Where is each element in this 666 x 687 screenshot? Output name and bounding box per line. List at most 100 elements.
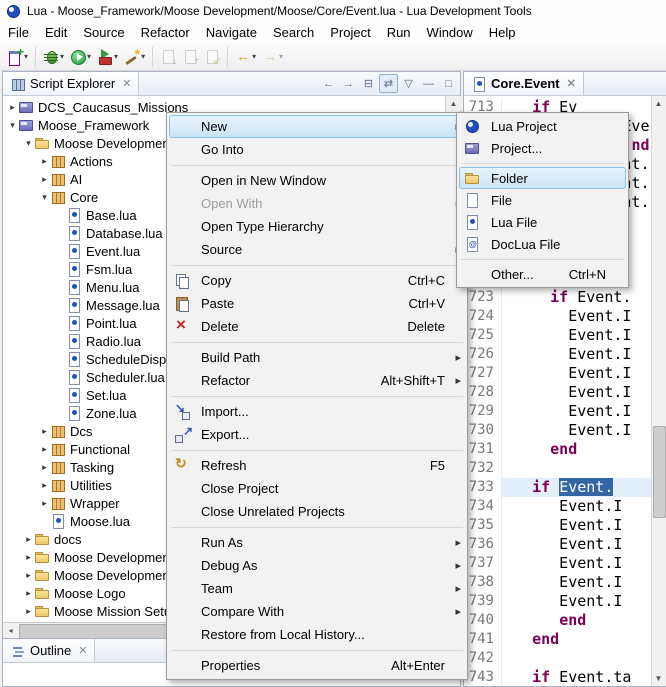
line-number[interactable]: 732 <box>464 459 502 478</box>
code-text[interactable]: if Event. <box>502 478 652 497</box>
code-text[interactable]: Event.I <box>502 554 652 573</box>
next-annotation-button[interactable] <box>157 46 179 68</box>
line-number[interactable]: 723 <box>464 288 502 307</box>
expand-arrow-icon[interactable]: ▸ <box>7 102 18 113</box>
code-text[interactable]: Event.I <box>502 402 652 421</box>
dropdown-arrow-icon[interactable]: ▾ <box>24 52 28 61</box>
menu-item-close-unrelated-projects[interactable]: Close Unrelated Projects <box>169 500 465 523</box>
menu-item-run-as[interactable]: Run As▸ <box>169 531 465 554</box>
dropdown-arrow-icon[interactable]: ▾ <box>114 52 118 61</box>
code-text[interactable]: Event.I <box>502 516 652 535</box>
collapse-arrow-icon[interactable]: ▾ <box>39 192 50 203</box>
collapse-arrow-icon[interactable]: ▾ <box>7 120 18 131</box>
menu-window[interactable]: Window <box>419 23 481 42</box>
line-number[interactable]: 742 <box>464 649 502 668</box>
menu-help[interactable]: Help <box>481 23 524 42</box>
expand-arrow-icon[interactable]: ▸ <box>39 462 50 473</box>
menu-item-folder[interactable]: Folder <box>459 167 626 189</box>
code-text[interactable]: Event.I <box>502 383 652 402</box>
code-text[interactable]: end <box>502 611 652 630</box>
menu-item-file[interactable]: File <box>459 189 626 211</box>
menu-item-other[interactable]: Other...Ctrl+N <box>459 263 626 285</box>
menu-item-properties[interactable]: PropertiesAlt+Enter <box>169 654 465 677</box>
expand-arrow-icon[interactable]: ▸ <box>23 534 34 545</box>
menu-item-paste[interactable]: PasteCtrl+V <box>169 292 465 315</box>
menu-file[interactable]: File <box>0 23 37 42</box>
menu-item-refactor[interactable]: RefactorAlt+Shift+T▸ <box>169 369 465 392</box>
back-button[interactable]: ← <box>319 74 338 93</box>
line-number[interactable]: 740 <box>464 611 502 630</box>
code-text[interactable]: Event.I <box>502 345 652 364</box>
menu-item-lua-file[interactable]: Lua File <box>459 211 626 233</box>
menu-search[interactable]: Search <box>265 23 322 42</box>
menu-item-go-into[interactable]: Go Into <box>169 138 465 161</box>
maximize-button[interactable]: □ <box>439 74 458 93</box>
menu-project[interactable]: Project <box>322 23 378 42</box>
line-number[interactable]: 743 <box>464 668 502 686</box>
code-text[interactable]: Event.I <box>502 307 652 326</box>
dropdown-arrow-icon[interactable]: ▾ <box>141 52 145 61</box>
line-number[interactable]: 736 <box>464 535 502 554</box>
close-icon[interactable]: ✕ <box>78 644 87 657</box>
forward-button[interactable]: → <box>339 74 358 93</box>
menu-source[interactable]: Source <box>75 23 132 42</box>
code-text[interactable] <box>502 459 652 478</box>
line-number[interactable]: 731 <box>464 440 502 459</box>
close-icon[interactable]: ✕ <box>567 77 576 90</box>
app-icon[interactable] <box>5 3 21 19</box>
line-number[interactable]: 727 <box>464 364 502 383</box>
code-text[interactable]: Event.I <box>502 326 652 345</box>
code-text[interactable]: if Event. <box>502 288 652 307</box>
last-edit-location-button[interactable] <box>201 46 223 68</box>
expand-arrow-icon[interactable]: ▸ <box>23 570 34 581</box>
menu-item-new[interactable]: New▸ <box>169 115 465 138</box>
run-button[interactable]: ▾ <box>67 46 94 68</box>
code-text[interactable]: end <box>502 440 652 459</box>
menu-item-open-in-new-window[interactable]: Open in New Window <box>169 169 465 192</box>
line-number[interactable]: 739 <box>464 592 502 611</box>
menu-run[interactable]: Run <box>379 23 419 42</box>
menu-edit[interactable]: Edit <box>37 23 75 42</box>
new-wizard-button[interactable]: ▾ <box>4 46 31 68</box>
dropdown-arrow-icon[interactable]: ▾ <box>279 52 283 61</box>
line-number[interactable]: 737 <box>464 554 502 573</box>
line-number[interactable]: 729 <box>464 402 502 421</box>
expand-arrow-icon[interactable]: ▸ <box>39 444 50 455</box>
scroll-up-icon[interactable]: ▲ <box>652 96 665 111</box>
debug-button[interactable]: ▾ <box>40 46 67 68</box>
menu-refactor[interactable]: Refactor <box>133 23 198 42</box>
menu-item-refresh[interactable]: RefreshF5 <box>169 454 465 477</box>
menu-navigate[interactable]: Navigate <box>198 23 265 42</box>
line-number[interactable]: 728 <box>464 383 502 402</box>
line-number[interactable]: 730 <box>464 421 502 440</box>
menu-item-debug-as[interactable]: Debug As▸ <box>169 554 465 577</box>
code-text[interactable]: Event.I <box>502 573 652 592</box>
line-number[interactable]: 724 <box>464 307 502 326</box>
back-button[interactable]: ▾ <box>232 46 259 68</box>
expand-arrow-icon[interactable]: ▸ <box>39 426 50 437</box>
close-icon[interactable]: ✕ <box>122 77 131 90</box>
menu-item-open-type-hierarchy[interactable]: Open Type Hierarchy <box>169 215 465 238</box>
menu-item-team[interactable]: Team▸ <box>169 577 465 600</box>
editor-scroll-thumb[interactable] <box>653 426 666 518</box>
menu-item-close-project[interactable]: Close Project <box>169 477 465 500</box>
search-wand-button[interactable]: ▾ <box>121 46 148 68</box>
dropdown-arrow-icon[interactable]: ▾ <box>252 52 256 61</box>
menu-item-export[interactable]: Export... <box>169 423 465 446</box>
external-tools-button[interactable]: ▾ <box>94 46 121 68</box>
code-text[interactable]: end <box>502 630 652 649</box>
expand-arrow-icon[interactable]: ▸ <box>23 588 34 599</box>
line-number[interactable]: 734 <box>464 497 502 516</box>
code-text[interactable]: if Event.ta <box>502 668 652 686</box>
expand-arrow-icon[interactable]: ▸ <box>39 480 50 491</box>
line-number[interactable]: 741 <box>464 630 502 649</box>
expand-arrow-icon[interactable]: ▸ <box>39 156 50 167</box>
expand-arrow-icon[interactable]: ▸ <box>23 552 34 563</box>
code-text[interactable]: Event.I <box>502 364 652 383</box>
line-number[interactable]: 733 <box>464 478 502 497</box>
line-number[interactable]: 738 <box>464 573 502 592</box>
link-with-editor-button[interactable]: ⇄ <box>379 74 398 93</box>
line-number[interactable]: 735 <box>464 516 502 535</box>
dropdown-arrow-icon[interactable]: ▾ <box>87 52 91 61</box>
scroll-down-icon[interactable]: ▼ <box>652 671 665 686</box>
